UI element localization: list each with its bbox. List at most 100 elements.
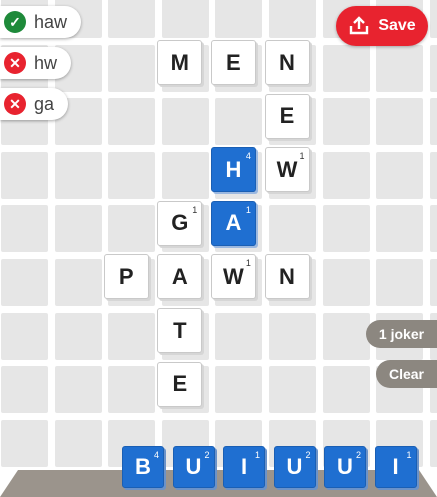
board-cell[interactable] [269, 366, 316, 414]
board-cell[interactable] [108, 366, 156, 414]
board-cell[interactable] [215, 98, 263, 146]
board-cell[interactable] [108, 44, 156, 92]
board-cell[interactable] [429, 151, 437, 199]
tile-letter: A [225, 210, 242, 236]
board-cell[interactable] [108, 0, 156, 38]
board-cell[interactable] [322, 259, 370, 306]
board-cell[interactable] [429, 419, 437, 467]
tile-points: 1 [254, 450, 260, 460]
tile-letter: W [276, 156, 298, 182]
upload-tray-icon [350, 16, 369, 35]
board-cell[interactable] [54, 151, 102, 199]
rack-tile[interactable]: U2 [172, 446, 215, 488]
tile-points: 1 [299, 151, 305, 162]
board-cell[interactable] [1, 259, 48, 306]
board-tile[interactable]: P [103, 254, 149, 300]
board-cell[interactable] [322, 366, 370, 414]
tile-letter: A [171, 263, 188, 289]
board-tile[interactable]: M [157, 40, 203, 85]
board-tile[interactable]: A [157, 254, 203, 300]
board-cell[interactable] [108, 98, 156, 146]
tile-letter: U [185, 454, 202, 479]
tile-points: 1 [406, 450, 412, 460]
board-cell[interactable] [161, 0, 209, 38]
rack-tile[interactable]: U2 [324, 446, 366, 488]
board-cell[interactable] [1, 151, 48, 199]
board-cell[interactable] [322, 44, 370, 92]
board-cell[interactable] [108, 205, 156, 253]
board-cell[interactable] [161, 151, 209, 199]
tile-letter: W [223, 263, 244, 289]
board-cell[interactable] [429, 0, 437, 38]
rack-tile[interactable]: I1 [223, 446, 265, 488]
board-cell[interactable] [376, 259, 424, 306]
board-cell[interactable] [322, 151, 370, 199]
rack-tile[interactable]: B4 [122, 446, 164, 488]
board-tile[interactable]: G1 [157, 200, 203, 246]
board-cell[interactable] [429, 259, 437, 306]
tile-points: 2 [204, 450, 210, 460]
board-tile[interactable]: W1 [264, 147, 310, 193]
board-cell[interactable] [161, 98, 209, 146]
tile-letter: P [118, 263, 134, 289]
board-cell[interactable] [215, 312, 263, 360]
tile-letter: T [173, 317, 187, 343]
board-cell[interactable] [54, 419, 102, 467]
board-cell[interactable] [1, 312, 48, 360]
board-tile[interactable]: T [157, 308, 203, 353]
board-cell[interactable] [54, 259, 102, 306]
board-tile[interactable]: A1 [210, 200, 256, 246]
board-tile[interactable]: E [157, 361, 203, 407]
board-cell[interactable] [108, 151, 156, 199]
board-cell[interactable] [54, 312, 102, 360]
tile-letter: U [286, 454, 303, 479]
board-cell[interactable] [269, 205, 316, 253]
tile-points: 4 [153, 450, 159, 460]
joker-button[interactable]: 1 joker [366, 320, 437, 348]
word-chip: ✕ hw [0, 47, 72, 79]
board-cell[interactable] [54, 366, 102, 414]
board-tile[interactable]: E [264, 93, 310, 139]
board-cell[interactable] [429, 98, 437, 146]
tile-points: 1 [245, 204, 251, 215]
board-cell[interactable] [322, 312, 370, 360]
board-cell[interactable] [429, 44, 437, 92]
tile-points: 4 [245, 151, 251, 162]
board-cell[interactable] [215, 0, 263, 38]
word-text: ga [34, 93, 55, 114]
board-cell[interactable] [429, 205, 437, 253]
board-cell[interactable] [376, 44, 424, 92]
tile-points: 2 [355, 450, 361, 460]
rack-tile[interactable]: U2 [273, 446, 316, 488]
save-button[interactable]: Save [336, 6, 428, 46]
tile-letter: I [240, 454, 248, 479]
rack-tile[interactable]: I1 [374, 446, 417, 488]
board-tile[interactable]: E [210, 40, 256, 85]
tile-letter: B [135, 454, 151, 479]
board-tile[interactable]: N [264, 254, 310, 300]
board-cell[interactable] [322, 98, 370, 146]
board-cell[interactable] [376, 98, 424, 146]
tile-points: 2 [305, 450, 311, 460]
board-tile[interactable]: H4 [210, 147, 256, 193]
clear-button[interactable]: Clear [376, 360, 437, 388]
board-cell[interactable] [269, 0, 316, 38]
tile-letter: U [337, 454, 353, 479]
close-icon: ✕ [4, 52, 26, 74]
clear-label: Clear [388, 366, 425, 382]
board-cell[interactable] [376, 205, 424, 253]
board-cell[interactable] [376, 151, 424, 199]
board-cell[interactable] [269, 312, 316, 360]
word-text: haw [34, 11, 68, 32]
board-cell[interactable] [322, 205, 370, 253]
board-cell[interactable] [1, 366, 48, 414]
board-tile[interactable]: W1 [210, 254, 256, 300]
board-cell[interactable] [54, 205, 102, 253]
board-cell[interactable] [1, 419, 48, 467]
tile-points: 1 [192, 204, 198, 215]
board-cell[interactable] [108, 312, 156, 360]
board-tile[interactable]: N [264, 40, 310, 85]
board-cell[interactable] [1, 205, 48, 253]
board-cell[interactable] [215, 366, 263, 414]
close-icon: ✕ [4, 93, 26, 115]
